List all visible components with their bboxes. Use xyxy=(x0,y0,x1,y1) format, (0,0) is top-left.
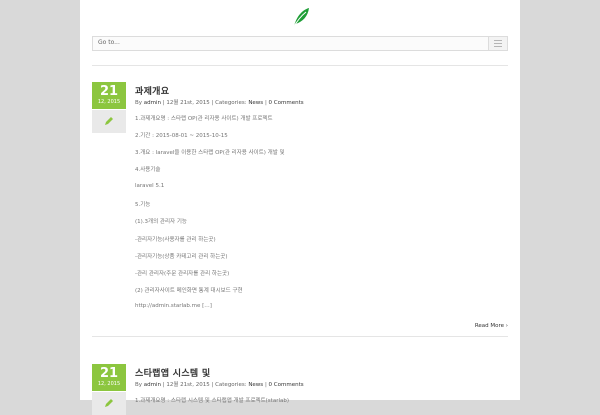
meta-separator: | xyxy=(211,382,214,388)
menu-hamburger-icon[interactable] xyxy=(488,37,507,50)
post-date-day: 21 xyxy=(99,84,119,99)
post-date-text: 12월 21st, 2015 xyxy=(166,382,210,388)
goto-nav-select[interactable]: Go to... xyxy=(92,36,508,51)
post-content-line: 1.과제개요명 : 스타랩 시스템 및 스타랩앱 개발 프로젝트(starlab… xyxy=(135,398,289,404)
post-content-line: 2.기간 : 2015-08-01 ~ 2015-10-15 xyxy=(135,133,228,139)
post-meta: By admin | 12월 21st, 2015 | Categories: … xyxy=(135,98,304,106)
post-title[interactable]: 과제개요 xyxy=(135,84,169,97)
post-date-month-year: 12, 2015 xyxy=(97,99,121,105)
meta-separator: | xyxy=(211,100,214,106)
post-content-line: 3.개요 : laravel을 이용한 스타랩 OP(관 리자용 사이트) 개발… xyxy=(135,150,285,156)
post-format-badge[interactable] xyxy=(92,392,126,415)
comments-link[interactable]: 0 Comments xyxy=(269,100,304,106)
post-divider xyxy=(92,336,508,337)
header-divider xyxy=(92,65,508,66)
category-link[interactable]: News xyxy=(248,382,263,388)
post-content-line: (2) 관리자사이트 메인화면 통계 대시보드 구현 xyxy=(135,288,243,294)
post-date-month-year: 12, 2015 xyxy=(97,381,121,387)
post-content-line: 4.사용기술 xyxy=(135,167,161,173)
read-more-link[interactable]: Read More › xyxy=(475,323,508,329)
pencil-icon xyxy=(105,117,113,125)
meta-by: By xyxy=(135,382,143,388)
category-link[interactable]: News xyxy=(248,100,263,106)
post-title[interactable]: 스타랩앱 시스템 및 xyxy=(135,366,211,379)
meta-by: By xyxy=(135,100,143,106)
post-content-line: laravel 5.1 xyxy=(135,183,165,189)
author-link[interactable]: admin xyxy=(144,100,161,106)
author-link[interactable]: admin xyxy=(144,382,161,388)
post-content-line: -관리 관리자(주문 관리자를 관리 하는곳) xyxy=(135,271,230,277)
meta-separator: | xyxy=(264,100,267,106)
meta-separator: | xyxy=(162,100,165,106)
post-content-line: -관리자기능(사용자를 관리 하는곳) xyxy=(135,237,216,243)
page-container: Go to... 21 12, 2015 과제개요 By admin | 12월… xyxy=(80,0,520,415)
post-format-badge[interactable] xyxy=(92,110,126,133)
post-content-line: -관리자기능(상품 카테고리 관리 하는곳) xyxy=(135,254,228,260)
leaf-logo-icon[interactable] xyxy=(290,7,310,29)
comments-link[interactable]: 0 Comments xyxy=(269,382,304,388)
post-excerpt-link[interactable]: http://admin.starlab.me […] xyxy=(135,303,212,309)
post-date-text: 12월 21st, 2015 xyxy=(166,100,210,106)
post-content-line: 5.기능 xyxy=(135,202,151,208)
goto-nav-label: Go to... xyxy=(98,39,120,46)
post-meta: By admin | 12월 21st, 2015 | Categories: … xyxy=(135,380,304,388)
read-more-label: Read More xyxy=(474,323,505,329)
categories-label: Categories: xyxy=(215,100,247,106)
meta-separator: | xyxy=(264,382,267,388)
chevron-right-icon: › xyxy=(505,323,508,329)
categories-label: Categories: xyxy=(215,382,247,388)
post-date-day: 21 xyxy=(99,366,119,381)
post-content-line: (1).3개의 관리자 기능 xyxy=(135,219,187,225)
meta-separator: | xyxy=(162,382,165,388)
post-date-badge: 21 12, 2015 xyxy=(92,82,126,109)
post-date-badge: 21 12, 2015 xyxy=(92,364,126,391)
post-content-line: 1.과제개요명 : 스타랩 OP(관 리자용 사이트) 개발 프로젝트 xyxy=(135,116,273,122)
